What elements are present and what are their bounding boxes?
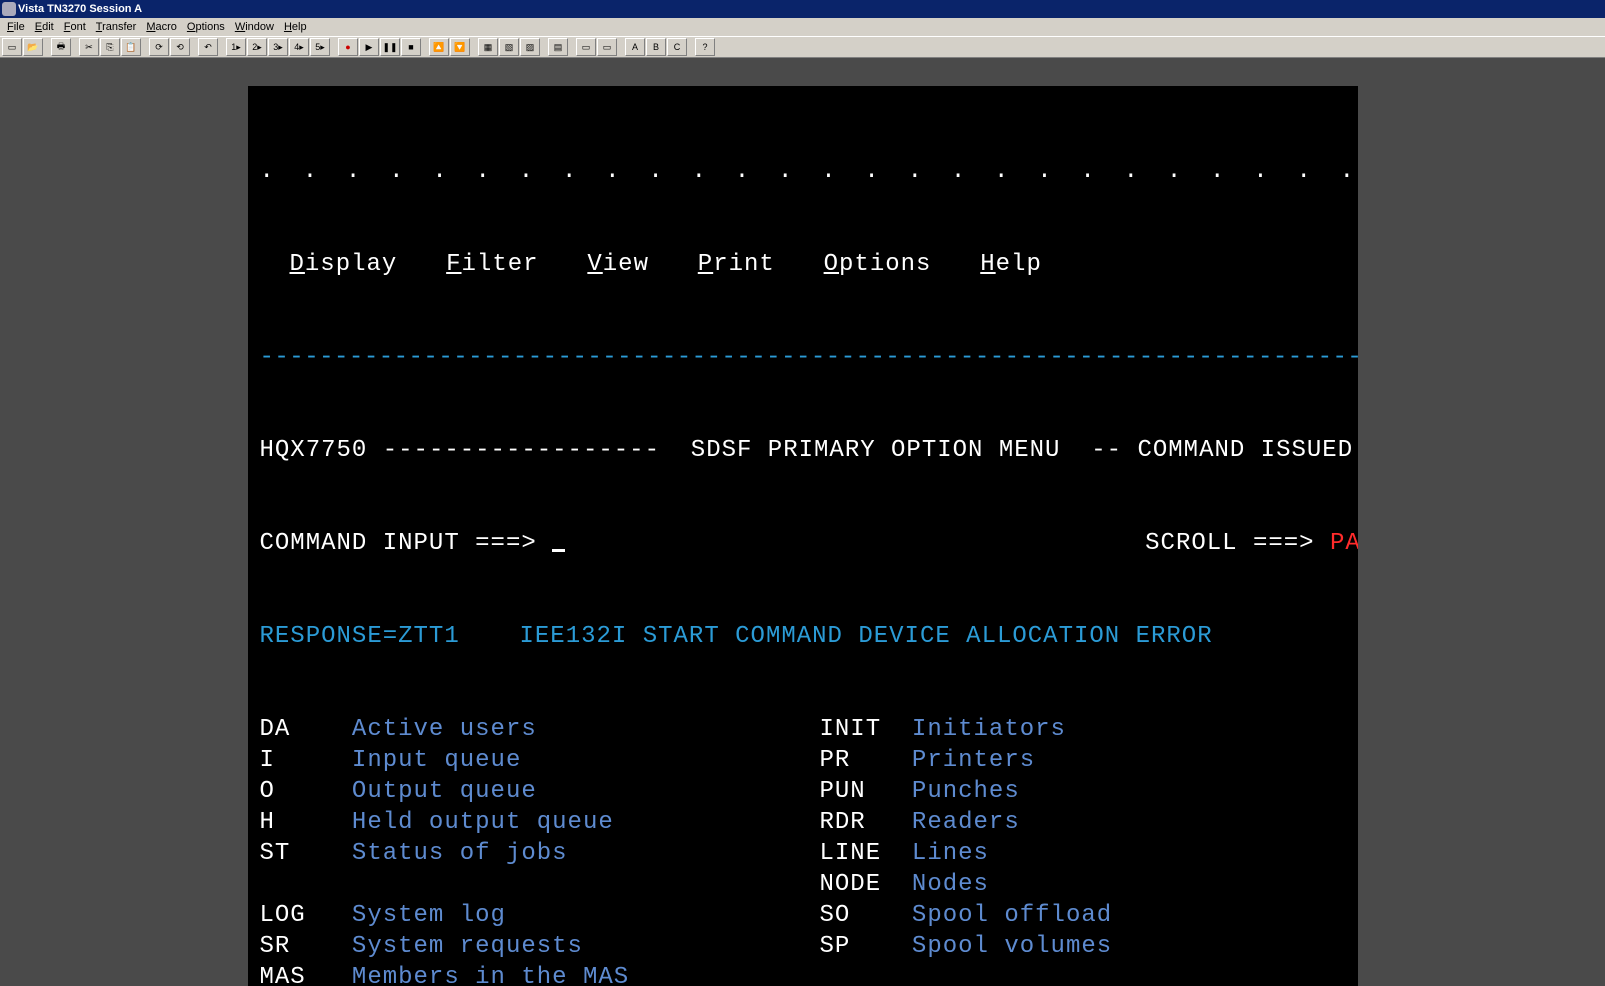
option-desc: Status of jobs xyxy=(352,840,568,867)
term-menu-display[interactable]: Display xyxy=(290,251,447,278)
option-cmd-pun[interactable]: PUN xyxy=(820,776,912,807)
option-cmd-node[interactable]: NODE xyxy=(820,869,912,900)
terminal-screen[interactable]: . . . . . . . . . . . . . . . . . . . . … xyxy=(248,86,1358,986)
toolbar-C-button[interactable]: C xyxy=(667,38,687,56)
menu-transfer[interactable]: Transfer xyxy=(91,18,142,36)
option-desc: System requests xyxy=(352,933,583,960)
option-desc: Punches xyxy=(912,778,1020,805)
option-desc: Printers xyxy=(912,747,1035,774)
terminal-divider: ----------------------------------------… xyxy=(260,342,1352,373)
response-line: RESPONSE=ZTT1IEE132I START COMMAND DEVIC… xyxy=(260,621,1352,652)
window-titlebar: Vista TN3270 Session A xyxy=(0,0,1605,18)
option-cmd-pr[interactable]: PR xyxy=(820,745,912,776)
option-row: SR System requests SP Spool volumes xyxy=(260,931,1352,962)
option-row: NODE Nodes xyxy=(260,869,1352,900)
app-icon xyxy=(2,2,16,16)
option-desc: Spool volumes xyxy=(912,933,1112,960)
app-menubar[interactable]: FileEditFontTransferMacroOptionsWindowHe… xyxy=(0,18,1605,36)
cursor xyxy=(552,532,565,552)
option-desc: Nodes xyxy=(912,871,989,898)
term-menu-help[interactable]: Help xyxy=(980,251,1090,278)
toolbar-A-button[interactable]: A xyxy=(625,38,645,56)
toolbar-refresh-button[interactable]: ⟳ xyxy=(149,38,169,56)
term-menu-view[interactable]: View xyxy=(587,251,697,278)
option-desc: Active users xyxy=(352,716,537,743)
term-menu-print[interactable]: Print xyxy=(698,251,824,278)
option-cmd-da[interactable]: DA xyxy=(260,714,352,745)
option-row: MAS Members in the MAS xyxy=(260,962,1352,986)
toolbar-cfg3-button[interactable]: ▨ xyxy=(520,38,540,56)
toolbar-help-button[interactable]: ? xyxy=(695,38,715,56)
option-cmd-o[interactable]: O xyxy=(260,776,352,807)
menu-font[interactable]: Font xyxy=(59,18,91,36)
option-desc: Input queue xyxy=(352,747,521,774)
menu-help[interactable]: Help xyxy=(279,18,312,36)
option-desc: Readers xyxy=(912,809,1020,836)
toolbar-keypad-button[interactable]: ▤ xyxy=(548,38,568,56)
term-menu-filter[interactable]: Filter xyxy=(446,251,587,278)
option-row: I Input queue PR Printers xyxy=(260,745,1352,776)
toolbar-pf1-button[interactable]: 1▸ xyxy=(226,38,246,56)
option-desc: Lines xyxy=(912,840,989,867)
term-menu-options[interactable]: Options xyxy=(824,251,981,278)
menu-edit[interactable]: Edit xyxy=(30,18,59,36)
toolbar-pf2-button[interactable]: 2▸ xyxy=(247,38,267,56)
toolbar-screen1-button[interactable]: ▭ xyxy=(576,38,596,56)
option-row: LOG System log SO Spool offload xyxy=(260,900,1352,931)
option-cmd-h[interactable]: H xyxy=(260,807,352,838)
toolbar-cut-button[interactable]: ✂ xyxy=(79,38,99,56)
toolbar-undo-button[interactable]: ↶ xyxy=(198,38,218,56)
option-row: DA Active users INIT Initiators xyxy=(260,714,1352,745)
toolbar-rec-button[interactable]: ● xyxy=(338,38,358,56)
option-desc: Spool offload xyxy=(912,902,1112,929)
option-cmd-so[interactable]: SO xyxy=(820,900,912,931)
toolbar-pause-button[interactable]: ❚❚ xyxy=(380,38,400,56)
menu-macro[interactable]: Macro xyxy=(141,18,182,36)
option-cmd-rdr[interactable]: RDR xyxy=(820,807,912,838)
toolbar-cfg2-button[interactable]: ▧ xyxy=(499,38,519,56)
option-cmd-init[interactable]: INIT xyxy=(820,714,912,745)
toolbar-pf5-button[interactable]: 5▸ xyxy=(310,38,330,56)
toolbar-up-button[interactable]: 🔼 xyxy=(429,38,449,56)
option-cmd-i[interactable]: I xyxy=(260,745,352,776)
toolbar-screen2-button[interactable]: ▭ xyxy=(597,38,617,56)
option-cmd-st[interactable]: ST xyxy=(260,838,352,869)
toolbar-pf3-button[interactable]: 3▸ xyxy=(268,38,288,56)
option-desc: System log xyxy=(352,902,506,929)
toolbar-down-button[interactable]: 🔽 xyxy=(450,38,470,56)
option-desc: Initiators xyxy=(912,716,1066,743)
toolbar-pf4-button[interactable]: 4▸ xyxy=(289,38,309,56)
option-cmd-log[interactable]: LOG xyxy=(260,900,352,931)
menu-window[interactable]: Window xyxy=(230,18,279,36)
command-line[interactable]: COMMAND INPUT ===> SCROLL ===> PAGE xyxy=(260,528,1352,559)
toolbar-paste-button[interactable]: 📋 xyxy=(121,38,141,56)
terminal-dots: . . . . . . . . . . . . . . . . . . . . … xyxy=(260,156,1352,187)
toolbar-cfg1-button[interactable]: ▦ xyxy=(478,38,498,56)
option-row: O Output queue PUN Punches xyxy=(260,776,1352,807)
menu-options[interactable]: Options xyxy=(182,18,230,36)
option-cmd-mas[interactable]: MAS xyxy=(260,962,352,986)
scroll-value[interactable]: PAGE xyxy=(1330,530,1358,557)
app-toolbar[interactable]: ▭📂🖶✂⎘📋⟳⟲↶1▸2▸3▸4▸5▸●▶❚❚■🔼🔽▦▧▨▤▭▭ABC? xyxy=(0,36,1605,58)
toolbar-open-button[interactable]: 📂 xyxy=(23,38,43,56)
toolbar-print-button[interactable]: 🖶 xyxy=(51,38,71,56)
toolbar-B-button[interactable]: B xyxy=(646,38,666,56)
menu-file[interactable]: File xyxy=(2,18,30,36)
terminal-menu[interactable]: Display Filter View Print Options Help xyxy=(260,249,1352,280)
toolbar-stop-button[interactable]: ■ xyxy=(401,38,421,56)
option-cmd-line[interactable]: LINE xyxy=(820,838,912,869)
option-row: H Held output queue RDR Readers xyxy=(260,807,1352,838)
window-title: Vista TN3270 Session A xyxy=(18,3,142,15)
option-desc: Held output queue xyxy=(352,809,614,836)
option-row: ST Status of jobs LINE Lines xyxy=(260,838,1352,869)
option-cmd-sp[interactable]: SP xyxy=(820,931,912,962)
toolbar-new-button[interactable]: ▭ xyxy=(2,38,22,56)
option-cmd-sr[interactable]: SR xyxy=(260,931,352,962)
option-desc: Members in the MAS xyxy=(352,964,629,986)
toolbar-autorefresh-button[interactable]: ⟲ xyxy=(170,38,190,56)
panel-header: HQX7750 ------------------ SDSF PRIMARY … xyxy=(260,435,1352,466)
option-desc: Output queue xyxy=(352,778,537,805)
toolbar-copy-button[interactable]: ⎘ xyxy=(100,38,120,56)
toolbar-play-button[interactable]: ▶ xyxy=(359,38,379,56)
